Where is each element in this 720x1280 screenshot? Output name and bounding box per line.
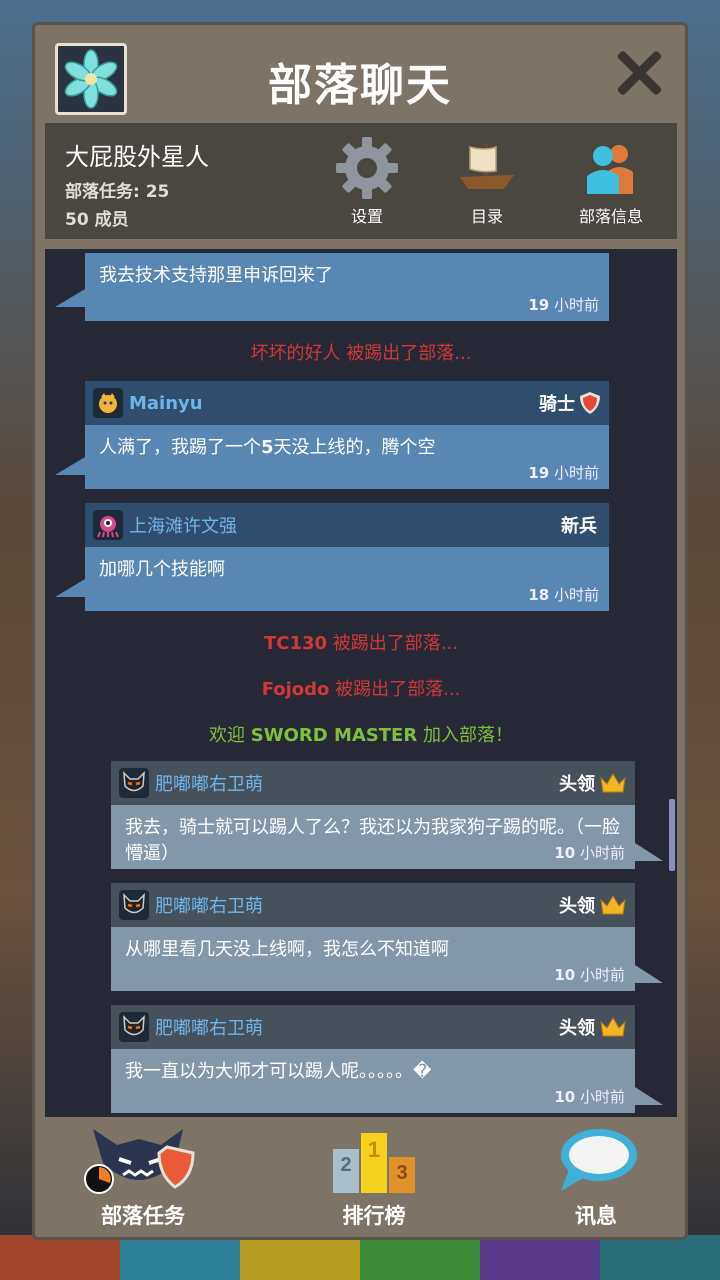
rank-label: 新兵 [561, 516, 597, 537]
gear-icon [317, 133, 417, 203]
message-time: 18 小时前 [528, 586, 599, 604]
crown-icon [600, 773, 626, 793]
crown-icon [600, 895, 626, 915]
avatar[interactable] [119, 768, 149, 798]
svg-text:3: 3 [396, 1162, 407, 1184]
shield-icon [580, 392, 600, 414]
avatar[interactable] [93, 510, 123, 540]
clan-name: 大屁股外星人 [65, 143, 209, 171]
message-header: 上海滩许文强 新兵 [85, 503, 609, 547]
sender-name[interactable]: 肥嘟嘟右卫萌 [155, 1014, 559, 1040]
message-header: Mainyu 骑士 [85, 381, 609, 425]
message-time: 10 小时前 [554, 844, 625, 862]
svg-text:1: 1 [368, 1137, 380, 1162]
settings-label: 设置 [350, 207, 383, 226]
clan-tasks: 部落任务: 25 [65, 182, 170, 202]
avatar[interactable] [93, 388, 123, 418]
chat-message-own: 肥嘟嘟右卫萌 头领 我去，骑士就可以踢人了么？我还以为我家狗子踢的呢。（一脸懵逼… [111, 761, 663, 869]
clan-info-label: 部落信息 [578, 207, 643, 226]
members-icon [561, 133, 661, 203]
rank-label: 头领 [559, 774, 595, 795]
bottom-tab-strip [0, 1235, 720, 1280]
message-header: 肥嘟嘟右卫萌 头领 [111, 1005, 635, 1049]
message-text: 加哪几个技能啊 [99, 559, 225, 580]
clan-chat-panel: 部落聊天 大屁股外星人 部落任务: 25 50 成员 设置 目录 部落信息 我去… [32, 22, 688, 1240]
system-welcome-message: 欢迎 SWORD MASTER 加入部落！ [209, 725, 513, 746]
message-time: 10 小时前 [554, 966, 625, 984]
chat-message: 上海滩许文强 新兵 加哪几个技能啊 18 小时前 [55, 503, 609, 611]
crown-icon [600, 1017, 626, 1037]
message-header: 肥嘟嘟右卫萌 头领 [111, 761, 635, 805]
rank-label: 骑士 [539, 394, 575, 415]
message-text: 人满了，我踢了一个5天没上线的，腾个空 [99, 437, 436, 458]
clan-info-button[interactable]: 部落信息 [561, 133, 661, 227]
chat-message: Mainyu 骑士 人满了，我踢了一个5天没上线的，腾个空 19 小时前 [55, 381, 609, 489]
podium-icon: 2 1 3 [333, 1133, 415, 1193]
message-text: 我一直以为大师才可以踢人呢。。。。。� [125, 1061, 432, 1082]
messages-label: 讯息 [575, 1204, 617, 1228]
rank-label: 头领 [559, 1018, 595, 1039]
message-time: 19 小时前 [528, 464, 599, 482]
settings-button[interactable]: 设置 [317, 133, 417, 227]
message-header: 肥嘟嘟右卫萌 头领 [111, 883, 635, 927]
avatar[interactable] [119, 890, 149, 920]
scrollbar[interactable] [669, 799, 675, 871]
chat-message-own: 肥嘟嘟右卫萌 头领 我一直以为大师才可以踢人呢。。。。。� 10 小时前 [111, 1005, 663, 1113]
chat-message-own: 肥嘟嘟右卫萌 头领 从哪里看几天没上线啊，我怎么不知道啊 10 小时前 [111, 883, 663, 991]
message-text: 从哪里看几天没上线啊，我怎么不知道啊 [125, 939, 449, 960]
sender-name[interactable]: 肥嘟嘟右卫萌 [155, 892, 559, 918]
speech-bubble-icon [561, 1129, 637, 1191]
avatar[interactable] [119, 1012, 149, 1042]
system-kick-message: Fojodo 被踢出了部落... [261, 679, 461, 700]
chat-message: 我去技术支持那里申诉回来了 19 小时前 [55, 253, 609, 321]
sender-name[interactable]: 肥嘟嘟右卫萌 [155, 770, 559, 796]
panel-footer: 部落任务 2 1 3 排行榜 讯息 [35, 1119, 685, 1239]
clan-members: 50 成员 [65, 210, 129, 230]
page-title: 部落聊天 [268, 60, 452, 111]
clan-info-bar: 大屁股外星人 部落任务: 25 50 成员 设置 目录 部落信息 [45, 123, 677, 239]
message-time: 10 小时前 [554, 1088, 625, 1106]
rank-label: 头领 [559, 896, 595, 917]
leaderboard-button[interactable]: 2 1 3 排行榜 [319, 1123, 429, 1230]
leaderboard-label: 排行榜 [342, 1204, 406, 1228]
ship-icon [437, 133, 537, 203]
directory-button[interactable]: 目录 [437, 133, 537, 227]
message-text: 我去技术支持那里申诉回来了 [99, 265, 333, 286]
demon-shield-icon [84, 1129, 195, 1194]
clan-quests-button[interactable]: 部落任务 [83, 1123, 203, 1230]
messages-button[interactable]: 讯息 [541, 1123, 651, 1230]
sender-name[interactable]: 上海滩许文强 [129, 512, 561, 538]
chat-log[interactable]: 我去技术支持那里申诉回来了 19 小时前 坏坏的好人 被踢出了部落... Mai… [45, 249, 677, 1117]
clan-quests-label: 部落任务 [101, 1204, 185, 1228]
system-kick-message: TC130 被踢出了部落... [264, 633, 458, 654]
panel-header: 部落聊天 [35, 25, 685, 121]
directory-label: 目录 [470, 207, 503, 226]
system-kick-message: 坏坏的好人 被踢出了部落... [250, 343, 472, 364]
svg-text:2: 2 [340, 1154, 351, 1176]
sender-name[interactable]: Mainyu [129, 393, 539, 414]
message-time: 19 小时前 [528, 296, 599, 314]
close-icon[interactable] [615, 49, 663, 97]
